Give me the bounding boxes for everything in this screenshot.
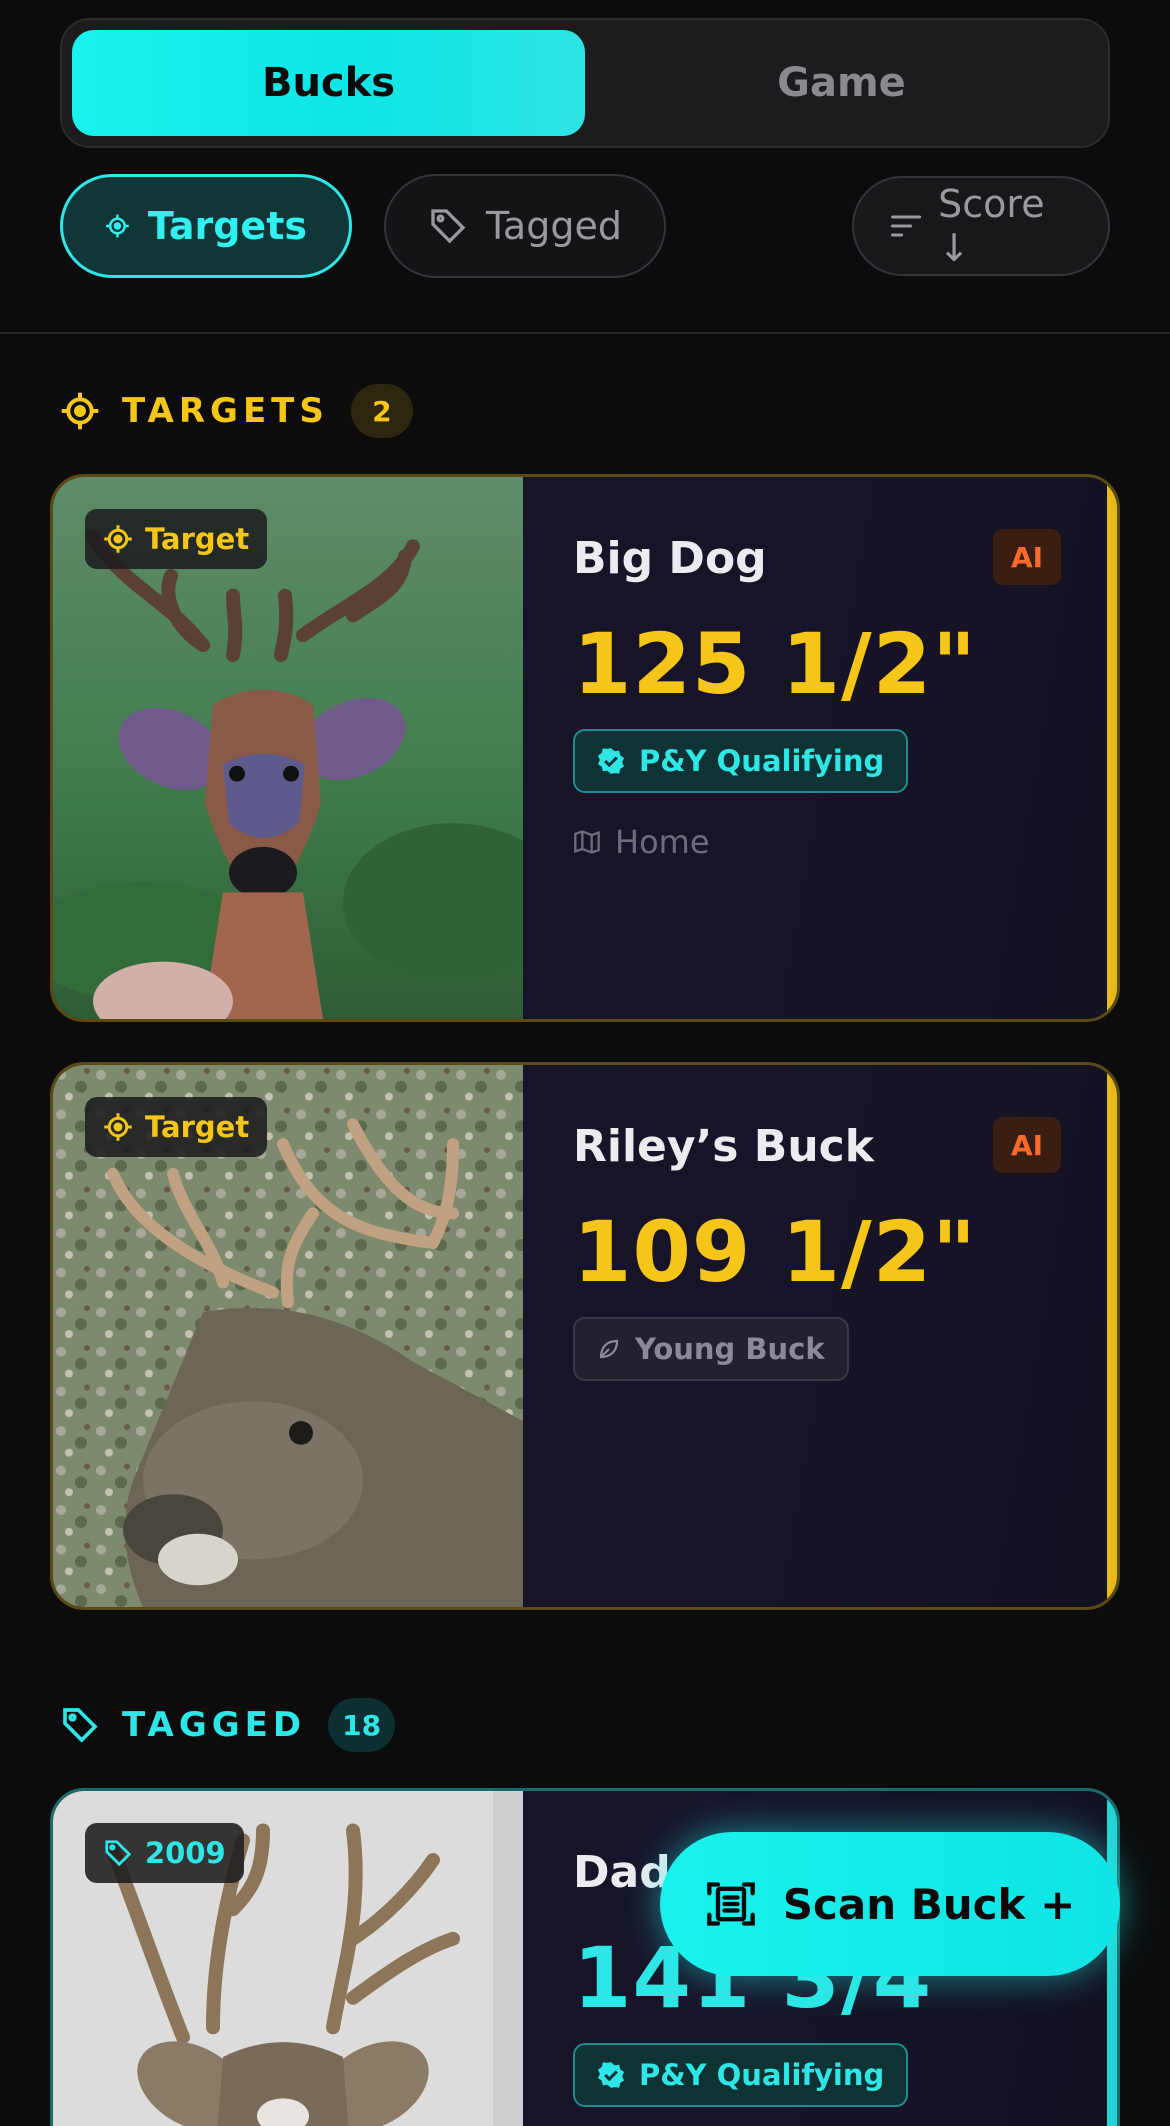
buck-score: 109 1/2" xyxy=(573,1203,977,1301)
filter-tagged-label: Tagged xyxy=(486,204,622,248)
young-buck-badge: Young Buck xyxy=(573,1317,849,1381)
buck-name: Dad xyxy=(573,1847,671,1898)
tagged-section-title: TAGGED xyxy=(122,1705,307,1745)
sort-label: Score ↓ xyxy=(938,182,1045,270)
buck-score: 125 1/2" xyxy=(573,615,977,713)
photo-badge-label: Target xyxy=(145,1110,250,1144)
sort-button[interactable]: Score ↓ xyxy=(852,176,1110,276)
tag-icon xyxy=(105,1840,132,1867)
target-photo-badge: Target xyxy=(85,509,268,569)
target-photo-badge: Target xyxy=(85,1097,268,1157)
filter-targets-label: Targets xyxy=(147,204,307,248)
sort-lines-icon xyxy=(891,215,922,237)
crosshair-icon xyxy=(106,214,129,238)
buck-name: Riley’s Buck xyxy=(573,1121,874,1172)
qualifying-badge: P&Y Qualifying xyxy=(573,2043,909,2107)
buck-card[interactable]: Target Big Dog AI 125 1/2" P&Y Qualifyin… xyxy=(50,474,1120,1022)
targets-count-badge: 2 xyxy=(350,384,413,438)
leaf-icon xyxy=(599,1339,619,1359)
targets-section-title: TARGETS xyxy=(122,391,329,431)
qualifying-label: P&Y Qualifying xyxy=(639,2058,885,2092)
scan-document-icon xyxy=(706,1882,755,1926)
ai-badge: AI xyxy=(993,529,1061,585)
photo-badge-label: Target xyxy=(145,522,250,556)
buck-card[interactable]: Target Riley’s Buck AI 109 1/2" Young Bu… xyxy=(50,1062,1120,1610)
header-divider xyxy=(0,332,1170,334)
segment-bucks[interactable]: Bucks xyxy=(72,30,585,136)
crosshair-icon xyxy=(104,1113,132,1141)
crosshair-icon xyxy=(104,525,132,553)
buck-card-body: Big Dog AI 125 1/2" P&Y Qualifying Home xyxy=(573,477,1097,1019)
bucks-game-segmented-control: Bucks Game xyxy=(60,18,1110,148)
ai-badge: AI xyxy=(993,1117,1061,1173)
tagged-count-badge: 18 xyxy=(328,1698,396,1752)
scan-buck-label: Scan Buck + xyxy=(782,1879,1076,1929)
tagged-section-header: TAGGED 18 xyxy=(60,1698,396,1752)
verified-check-icon xyxy=(597,2062,625,2088)
location-row: Home xyxy=(573,823,710,861)
buck-card-body: Riley’s Buck AI 109 1/2" Young Buck xyxy=(573,1065,1097,1607)
tag-icon xyxy=(63,1708,98,1743)
photo-badge-label: 2009 xyxy=(145,1836,226,1870)
segment-game[interactable]: Game xyxy=(585,30,1098,136)
verified-check-icon xyxy=(597,748,625,774)
location-label: Home xyxy=(615,823,710,861)
scan-buck-button[interactable]: Scan Buck + xyxy=(660,1832,1120,1976)
filter-targets-chip[interactable]: Targets xyxy=(60,174,352,278)
filter-tagged-chip[interactable]: Tagged xyxy=(384,174,666,278)
map-icon xyxy=(574,830,600,854)
qualifying-badge: P&Y Qualifying xyxy=(573,729,909,793)
year-photo-badge: 2009 xyxy=(85,1823,244,1883)
crosshair-icon xyxy=(61,392,99,430)
tag-icon xyxy=(431,209,466,244)
buck-name: Big Dog xyxy=(573,533,767,584)
young-buck-label: Young Buck xyxy=(635,1332,825,1366)
qualifying-label: P&Y Qualifying xyxy=(639,744,885,778)
targets-section-header: TARGETS 2 xyxy=(60,384,413,438)
